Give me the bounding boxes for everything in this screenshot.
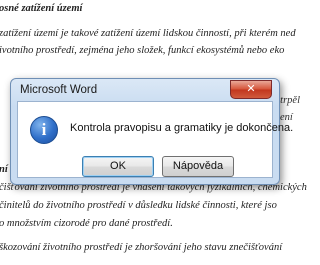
close-button[interactable]: ✕	[230, 80, 272, 99]
document-heading: osné zatížení území	[0, 3, 83, 14]
document-line: ivotního prostředí, zejména jeho složek,…	[0, 45, 285, 56]
document-subheading: ní	[0, 164, 8, 175]
document-line: zatížení území je takové zatížení území …	[0, 28, 296, 39]
document-line: o množstvím cizorodé pro dané prostředí.	[0, 218, 173, 229]
dialog-message: Kontrola pravopisu a gramatiky je dokonč…	[70, 122, 294, 134]
ok-button[interactable]: OK	[82, 156, 154, 177]
close-icon: ✕	[246, 82, 256, 95]
dialog-body: i Kontrola pravopisu a gramatiky je doko…	[17, 101, 293, 178]
info-icon: i	[30, 116, 58, 144]
dialog-title: Microsoft Word	[20, 84, 98, 96]
message-dialog: Microsoft Word ✕ i Kontrola pravopisu a …	[10, 78, 293, 185]
help-button[interactable]: Nápověda	[162, 156, 234, 177]
document-line: škozování životního prostředí je zhoršov…	[0, 242, 283, 253]
document-line: činitelů do životního prostředí v důsled…	[0, 200, 277, 211]
